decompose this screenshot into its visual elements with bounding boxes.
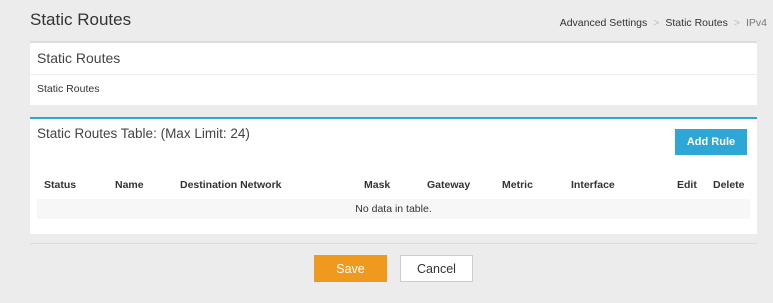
breadcrumb-separator: > <box>653 17 660 29</box>
footer-divider <box>30 243 757 244</box>
column-header-status: Status <box>44 179 77 191</box>
breadcrumb-item-static-routes[interactable]: Static Routes <box>665 17 727 29</box>
page-title: Static Routes <box>30 10 132 29</box>
save-button[interactable]: Save <box>314 255 387 282</box>
table-header: Status Name Destination Network Mask Gat… <box>30 179 757 195</box>
breadcrumb-separator: > <box>733 17 740 29</box>
breadcrumb-item-advanced-settings[interactable]: Advanced Settings <box>560 17 648 29</box>
breadcrumb-item-ipv4: IPv4 <box>745 17 767 29</box>
static-routes-table-panel: Static Routes Table: (Max Limit: 24) Add… <box>30 117 757 234</box>
column-header-destination-network: Destination Network <box>180 179 282 191</box>
column-header-interface: Interface <box>571 179 615 191</box>
static-routes-panel: Static Routes Static Routes <box>30 41 757 105</box>
static-routes-table-title: Static Routes Table: (Max Limit: 24) <box>37 126 250 141</box>
cancel-button[interactable]: Cancel <box>400 255 473 282</box>
table-empty-row: No data in table. <box>37 199 750 219</box>
column-header-gateway: Gateway <box>427 179 471 191</box>
column-header-metric: Metric <box>502 179 533 191</box>
column-header-delete: Delete <box>713 179 745 191</box>
static-routes-panel-title: Static Routes <box>30 43 757 75</box>
column-header-mask: Mask <box>364 179 391 191</box>
column-header-name: Name <box>115 179 144 191</box>
column-header-edit: Edit <box>677 179 697 191</box>
breadcrumb: Advanced Settings > Static Routes > IPv4 <box>560 17 767 29</box>
static-routes-label: Static Routes <box>37 83 100 95</box>
add-rule-button[interactable]: Add Rule <box>675 129 747 155</box>
